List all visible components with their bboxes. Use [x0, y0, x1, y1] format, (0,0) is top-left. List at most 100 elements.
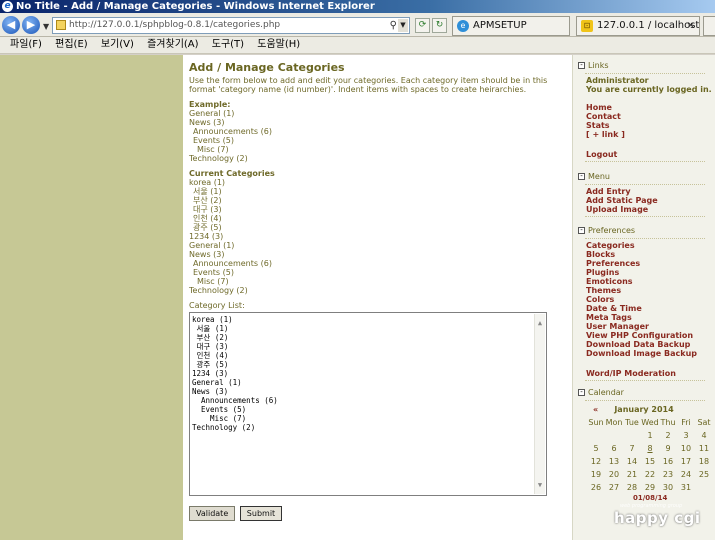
compatibility-icon[interactable]: ⟳ — [415, 18, 430, 33]
scroll-up-icon[interactable]: ▲ — [535, 318, 545, 328]
current-category-item: Misc (7) — [197, 277, 229, 286]
calendar-day[interactable]: 31 — [677, 481, 695, 494]
menu-view[interactable]: 보기(V) — [101, 39, 134, 50]
example-list: General (1) News (3) Announcements (6) Even… — [189, 109, 566, 163]
calendar-day[interactable]: 23 — [659, 468, 677, 481]
calendar-day[interactable]: 12 — [587, 455, 605, 468]
link-add-entry[interactable]: Add Entry — [586, 187, 715, 196]
calendar-day[interactable]: 7 — [623, 442, 641, 455]
back-icon[interactable]: ◀ — [2, 16, 20, 34]
divider — [585, 380, 705, 381]
link-add-static-page[interactable]: Add Static Page — [586, 196, 715, 205]
tab-new[interactable] — [703, 16, 715, 36]
calendar-day[interactable]: 28 — [623, 481, 641, 494]
collapse-icon[interactable]: - — [578, 389, 585, 396]
forward-icon[interactable]: ▶ — [22, 16, 40, 34]
menu-edit[interactable]: 편집(E) — [55, 39, 88, 50]
apmsetup-favicon-icon: e — [457, 20, 469, 32]
calendar-day[interactable]: 6 — [605, 442, 623, 455]
pref-meta-tags[interactable]: Meta Tags — [586, 313, 715, 322]
menu-favorites[interactable]: 즐겨찾기(A) — [147, 39, 198, 50]
textarea-scrollbar[interactable]: ▲ ▼ — [534, 314, 545, 494]
calendar-day[interactable]: 16 — [659, 455, 677, 468]
calendar-day[interactable]: 3 — [677, 429, 695, 442]
collapse-icon[interactable]: - — [578, 227, 585, 234]
calendar-day[interactable]: 20 — [605, 468, 623, 481]
current-category-item: 서울 (1) — [193, 187, 222, 196]
pref-word-ip-moderation[interactable]: Word/IP Moderation — [586, 369, 715, 378]
links-title-text: Links — [588, 61, 609, 70]
calendar-today[interactable]: 01/08/14 — [573, 494, 715, 503]
calendar-day[interactable]: 10 — [677, 442, 695, 455]
pref-preferences[interactable]: Preferences — [586, 259, 715, 268]
collapse-icon[interactable]: - — [578, 173, 585, 180]
search-icon[interactable]: ⚲ — [390, 18, 397, 33]
calendar-weekday: Fri — [681, 418, 691, 427]
link-home[interactable]: Home — [586, 103, 715, 112]
tab-close-icon[interactable]: × — [687, 17, 695, 35]
tab-apmsetup[interactable]: e APMSETUP — [452, 16, 570, 36]
submit-button[interactable]: Submit — [239, 506, 283, 521]
link-add-link[interactable]: [ + link ] — [586, 130, 715, 139]
calendar-day[interactable]: 2 — [659, 429, 677, 442]
pref-user-manager[interactable]: User Manager — [586, 322, 715, 331]
calendar-header: « January 2014 — [573, 404, 715, 415]
sidebar: - Links Administrator You are currently … — [572, 55, 715, 540]
address-dropdown-icon[interactable]: ▼ — [398, 19, 408, 32]
calendar-day[interactable]: 17 — [677, 455, 695, 468]
calendar-prev-icon[interactable]: « — [593, 404, 598, 415]
scroll-down-icon[interactable]: ▼ — [535, 480, 545, 490]
calendar-day[interactable]: 30 — [659, 481, 677, 494]
pref-date-time[interactable]: Date & Time — [586, 304, 715, 313]
link-contact[interactable]: Contact — [586, 112, 715, 121]
pref-emoticons[interactable]: Emoticons — [586, 277, 715, 286]
calendar-day[interactable]: 5 — [587, 442, 605, 455]
pref-php-config[interactable]: View PHP Configuration — [586, 331, 715, 340]
pref-blocks[interactable]: Blocks — [586, 250, 715, 259]
calendar-day[interactable]: 29 — [641, 481, 659, 494]
calendar-day[interactable]: 21 — [623, 468, 641, 481]
history-dropdown-icon[interactable]: ▼ — [43, 22, 49, 31]
calendar-day[interactable]: 26 — [587, 481, 605, 494]
tab-label: 127.0.0.1 / localhost / ... — [597, 20, 700, 31]
calendar-day[interactable]: 15 — [641, 455, 659, 468]
pref-plugins[interactable]: Plugins — [586, 268, 715, 277]
page-description: Use the form below to add and edit your … — [189, 76, 548, 94]
menu-file[interactable]: 파일(F) — [10, 39, 42, 50]
pref-data-backup[interactable]: Download Data Backup — [586, 340, 715, 349]
pref-categories[interactable]: Categories — [586, 241, 715, 250]
pref-colors[interactable]: Colors — [586, 295, 715, 304]
address-bar[interactable]: http://127.0.0.1/sphpblog-0.8.1/categori… — [52, 17, 410, 34]
calendar-day[interactable]: 22 — [641, 468, 659, 481]
category-list-textarea[interactable]: korea (1) 서울 (1) 부산 (2) 대구 (3) 인천 (4) 광주… — [189, 312, 547, 496]
link-logout[interactable]: Logout — [586, 150, 715, 159]
calendar-day[interactable]: 13 — [605, 455, 623, 468]
calendar-day[interactable]: 27 — [605, 481, 623, 494]
pref-themes[interactable]: Themes — [586, 286, 715, 295]
calendar-day[interactable]: 8 — [641, 442, 659, 455]
tab-phpmyadmin[interactable]: ⊡ 127.0.0.1 / localhost / ... × — [576, 16, 700, 36]
address-url[interactable]: http://127.0.0.1/sphpblog-0.8.1/categori… — [69, 20, 280, 30]
current-category-item: Events (5) — [193, 268, 234, 277]
preferences-title-text: Preferences — [588, 226, 636, 235]
divider — [585, 73, 705, 74]
calendar-day[interactable]: 24 — [677, 468, 695, 481]
refresh-icon[interactable]: ↻ — [432, 18, 447, 33]
calendar-day[interactable]: 14 — [623, 455, 641, 468]
menu-tools[interactable]: 도구(T) — [212, 39, 244, 50]
pref-image-backup[interactable]: Download Image Backup — [586, 349, 715, 358]
preferences-body: Categories Blocks Preferences Plugins Em… — [573, 241, 715, 378]
calendar-day[interactable]: 18 — [695, 455, 713, 468]
menu-help[interactable]: 도움말(H) — [257, 39, 300, 50]
link-stats[interactable]: Stats — [586, 121, 715, 130]
category-list-text[interactable]: korea (1) 서울 (1) 부산 (2) 대구 (3) 인천 (4) 광주… — [192, 315, 544, 432]
calendar-day[interactable]: 19 — [587, 468, 605, 481]
collapse-icon[interactable]: - — [578, 62, 585, 69]
calendar-day[interactable]: 4 — [695, 429, 713, 442]
calendar-day[interactable]: 1 — [641, 429, 659, 442]
validate-button[interactable]: Validate — [189, 506, 236, 521]
calendar-day[interactable]: 11 — [695, 442, 713, 455]
link-upload-image[interactable]: Upload Image — [586, 205, 715, 214]
calendar-day[interactable]: 25 — [695, 468, 713, 481]
calendar-day[interactable]: 9 — [659, 442, 677, 455]
